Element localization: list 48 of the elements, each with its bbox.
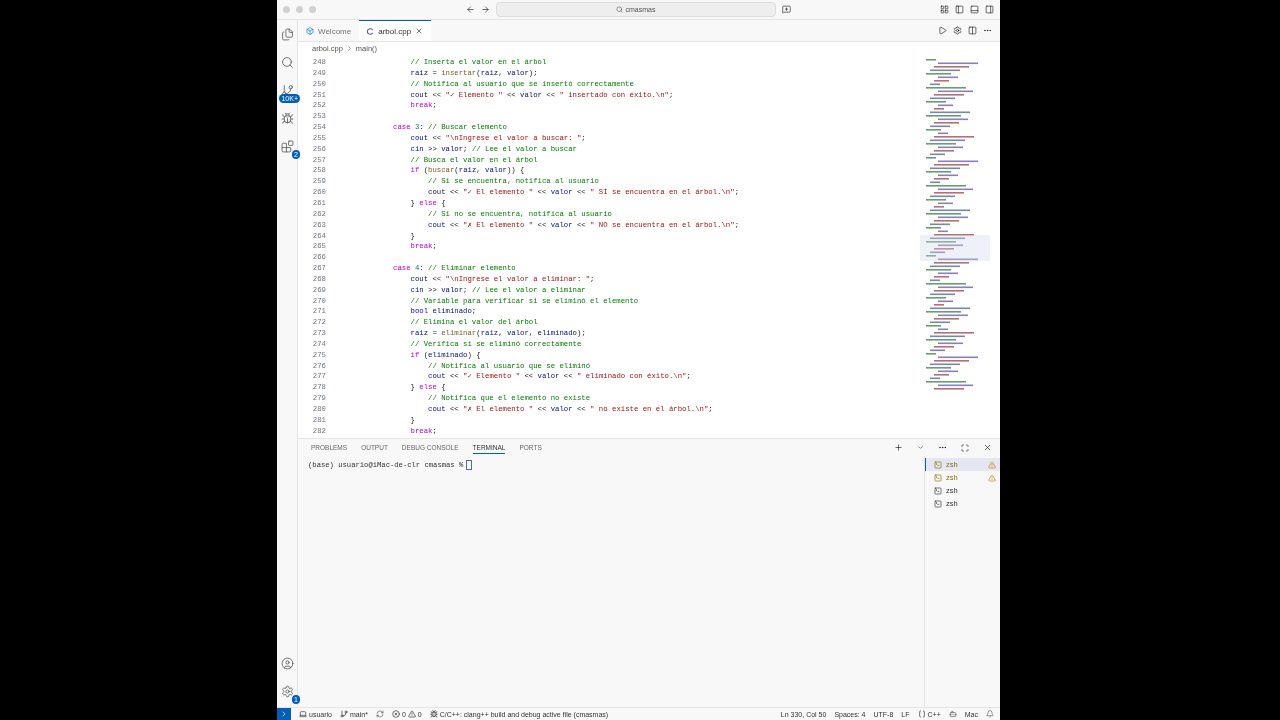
sidebar-toggle-icon[interactable] bbox=[955, 5, 964, 14]
file-type-icon bbox=[367, 27, 375, 35]
settings-icon[interactable] bbox=[953, 26, 962, 35]
extensions-icon[interactable] bbox=[280, 139, 294, 153]
editor-logo-icon bbox=[306, 27, 314, 35]
run-icon[interactable] bbox=[938, 26, 947, 35]
warning-icon bbox=[988, 473, 996, 482]
laptop-icon bbox=[299, 710, 307, 718]
split-editor-icon[interactable] bbox=[968, 26, 977, 35]
error-icon bbox=[391, 710, 400, 718]
back-icon[interactable] bbox=[465, 5, 475, 14]
chat-icon[interactable] bbox=[781, 5, 791, 14]
close-icon[interactable] bbox=[983, 443, 992, 452]
braces-icon bbox=[917, 710, 926, 718]
chevron-icon bbox=[345, 45, 353, 52]
copilot-icon[interactable] bbox=[948, 710, 957, 718]
terminal-icon bbox=[934, 486, 942, 495]
panel-toggle-icon[interactable] bbox=[970, 5, 979, 14]
maximize-icon[interactable] bbox=[961, 443, 969, 452]
remote-icon bbox=[280, 710, 288, 718]
account-icon[interactable] bbox=[280, 656, 294, 670]
notifications-icon[interactable] bbox=[986, 710, 994, 718]
more-icon[interactable] bbox=[983, 26, 992, 35]
layout-icon[interactable] bbox=[940, 5, 949, 14]
debug-icon bbox=[429, 710, 438, 718]
new-terminal-icon[interactable] bbox=[894, 443, 903, 452]
remote-button[interactable] bbox=[277, 708, 291, 720]
more-icon[interactable] bbox=[938, 443, 947, 452]
terminal-icon bbox=[934, 499, 942, 508]
forward-icon[interactable] bbox=[480, 5, 490, 14]
terminal-cursor bbox=[466, 460, 473, 470]
secondary-sidebar-icon[interactable] bbox=[985, 5, 994, 14]
search-icon bbox=[615, 6, 623, 13]
sync-icon[interactable] bbox=[375, 710, 384, 718]
run-debug-icon[interactable] bbox=[280, 111, 294, 125]
explorer-icon[interactable] bbox=[280, 27, 294, 41]
branch-icon bbox=[339, 710, 348, 718]
editor-tab[interactable]: arbol.cpp bbox=[359, 20, 432, 41]
close-icon[interactable] bbox=[415, 27, 424, 35]
terminal-icon bbox=[934, 460, 942, 469]
settings-icon[interactable] bbox=[280, 684, 294, 698]
terminal-icon bbox=[934, 473, 942, 482]
warning-icon bbox=[988, 460, 996, 469]
dropdown-icon[interactable] bbox=[917, 444, 924, 451]
source-control-icon[interactable] bbox=[280, 83, 294, 97]
search-icon[interactable] bbox=[280, 55, 294, 69]
editor-tab[interactable]: Welcome bbox=[298, 20, 360, 41]
warning-icon bbox=[407, 710, 416, 718]
